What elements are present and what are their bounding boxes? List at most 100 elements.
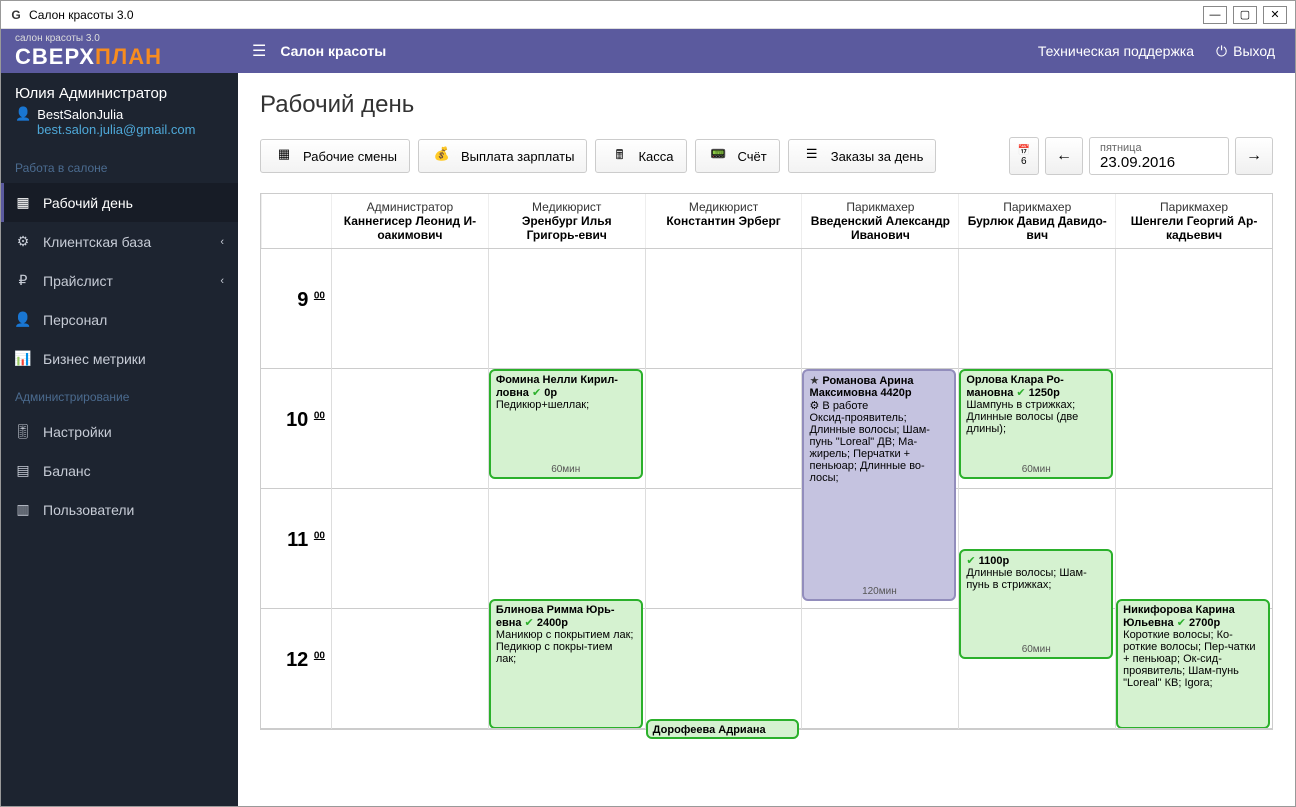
hand-money-icon: 💰 [431,146,453,166]
staff-column-header: МедикюристЭренбург Илья Григорь-евич [488,194,645,248]
min-label: 00 [314,290,325,301]
sidebar-item-label: Персонал [43,312,107,328]
appt-price: 1100р [979,555,1010,567]
logout-link[interactable]: ⏻Выход [1216,43,1275,60]
min-label: 00 [314,410,325,421]
schedule-column[interactable]: Никифорова Карина Юльевна ✔ 2700р Коротк… [1115,249,1272,729]
user-icon: 👤 [15,106,31,122]
sidebar-item-users[interactable]: ▥Пользователи [1,490,238,529]
hour-label: 10 [286,409,308,431]
staff-name: Эренбург Илья Григорь-евич [497,214,637,242]
appt-duration: 60мин [961,464,1111,475]
appt-price: 1250р [1029,387,1060,399]
next-day-button[interactable]: → [1235,137,1273,175]
appointment-card[interactable]: Дорофеева Адриана [646,719,800,739]
schedule-column[interactable]: Фомина Нелли Кирил-ловна ✔ 0р Педикюр+ше… [488,249,645,729]
appointment-card[interactable]: Орлова Клара Ро-мановна ✔ 1250р Шампунь … [959,369,1113,479]
staff-role: Парикмахер [810,200,950,214]
sidebar-item-label: Прайслист [43,273,113,289]
check-icon: ✔ [532,387,541,399]
schedule-column[interactable] [331,249,488,729]
staff-column-header: ПарикмахерШенгели Георгий Ар-кадьевич [1115,194,1272,248]
appt-price: 0р [544,387,557,399]
grid-icon: ▦ [15,194,31,211]
logo-subtitle: салон красоты 3.0 [15,33,224,44]
topbar: салон красоты 3.0 СВЕРХПЛАН ☰ Салон крас… [1,29,1295,73]
sidebar-section-admin: Администрирование [1,378,238,412]
sidebar-item-settings[interactable]: 🎚 Настройки [1,412,238,451]
appt-services: Оксид-проявитель; Длинные волосы; Шам-пу… [809,412,929,484]
maximize-button[interactable]: ▢ [1233,6,1257,24]
sidebar-item-label: Баланс [43,463,91,479]
close-button[interactable]: ✕ [1263,6,1287,24]
support-link[interactable]: Техническая поддержка [1038,43,1194,60]
arrow-left-icon: ← [1056,147,1072,165]
schedule-body[interactable]: 9 00 10 00 11 00 12 00 Фомина Нелли Кири… [261,249,1272,729]
check-icon: ✔ [1016,387,1025,399]
button-label: Заказы за день [831,149,924,164]
user-name: Юлия Администратор [15,85,224,102]
time-column: 9 00 10 00 11 00 12 00 [261,249,331,729]
hour-label: 12 [286,649,308,671]
logo-text-a: СВЕРХ [15,44,95,69]
appt-price: 4420р [880,387,911,399]
minimize-button[interactable]: — [1203,6,1227,24]
staff-column-header: АдминистраторКаннегисер Леонид И-оакимов… [331,194,488,248]
check-icon: ✔ [966,555,975,567]
staff-name: Каннегисер Леонид И-оакимович [340,214,480,242]
date-display[interactable]: пятница 23.09.2016 [1089,137,1229,175]
min-label: 00 [314,530,325,541]
star-icon: ★ [809,375,819,387]
schedule-column[interactable]: Орлова Клара Ро-мановна ✔ 1250р Шампунь … [958,249,1115,729]
ruble-icon: ₽ [15,272,31,289]
appointment-card[interactable]: Фомина Нелли Кирил-ловна ✔ 0р Педикюр+ше… [489,369,643,479]
sliders-icon: 🎚 [15,423,31,440]
chevron-left-icon: ‹ [220,236,224,248]
sidebar-item-metrics[interactable]: 📊Бизнес метрики [1,339,238,378]
appt-status: В работе [822,400,868,412]
staff-role: Медикюрист [497,200,637,214]
hamburger-icon[interactable]: ☰ [252,41,266,61]
staff-role: Администратор [340,200,480,214]
payroll-button[interactable]: 💰Выплата зарплаты [418,139,588,173]
sidebar-section-work: Работа в салоне [1,149,238,183]
appt-duration: 60мин [491,464,641,475]
sidebar-item-label: Пользователи [43,502,134,518]
user-email[interactable]: best.salon.julia@gmail.com [15,122,224,137]
staff-role: Медикюрист [654,200,794,214]
min-label: 00 [314,650,325,661]
titlebar: G Салон красоты 3.0 — ▢ ✕ [1,1,1295,29]
hour-label: 11 [287,529,308,551]
date-value: 23.09.2016 [1100,154,1218,171]
schedule-column[interactable]: Дорофеева Адриана [645,249,802,729]
sidebar-item-clients[interactable]: ⚙Клиентская база‹ [1,222,238,261]
sidebar-item-balance[interactable]: ▤ Баланс [1,451,238,490]
person-icon: 👤 [15,311,31,328]
staff-role: Парикмахер [967,200,1107,214]
cashier-button[interactable]: 🖩Касса [595,139,686,173]
schedule-column[interactable]: ★ Романова Арина Максимовна 4420р ⚙ В ра… [801,249,958,729]
hour-label: 9 [297,289,308,311]
gear-small-icon: ⚙ [809,400,819,412]
staff-name: Константин Эрберг [654,214,794,228]
user-block: Юлия Администратор 👤BestSalonJulia best.… [1,73,238,149]
sidebar-item-workday[interactable]: ▦Рабочий день [1,183,238,222]
calendar-icon: 📅 [1018,145,1030,156]
staff-role: Парикмахер [1124,200,1264,214]
invoice-button[interactable]: 📟Счёт [695,139,780,173]
sidebar-item-label: Бизнес метрики [43,351,146,367]
balance-icon: ▤ [15,462,31,479]
sidebar-item-pricelist[interactable]: ₽Прайслист‹ [1,261,238,300]
staff-column-header: ПарикмахерБурлюк Давид Давидо-вич [958,194,1115,248]
sidebar-item-staff[interactable]: 👤 Персонал [1,300,238,339]
staff-name: Бурлюк Давид Давидо-вич [967,214,1107,242]
shifts-button[interactable]: ▦Рабочие смены [260,139,410,173]
page-title: Рабочий день [260,91,1273,119]
appt-services: Педикюр+шеллак; [496,399,589,411]
calendar-button[interactable]: 📅6 [1009,137,1039,175]
prev-day-button[interactable]: ← [1045,137,1083,175]
date-dow: пятница [1100,142,1218,154]
staff-name: Шенгели Георгий Ар-кадьевич [1124,214,1264,242]
sidebar-item-label: Настройки [43,424,112,440]
orders-button[interactable]: ☰Заказы за день [788,139,937,173]
